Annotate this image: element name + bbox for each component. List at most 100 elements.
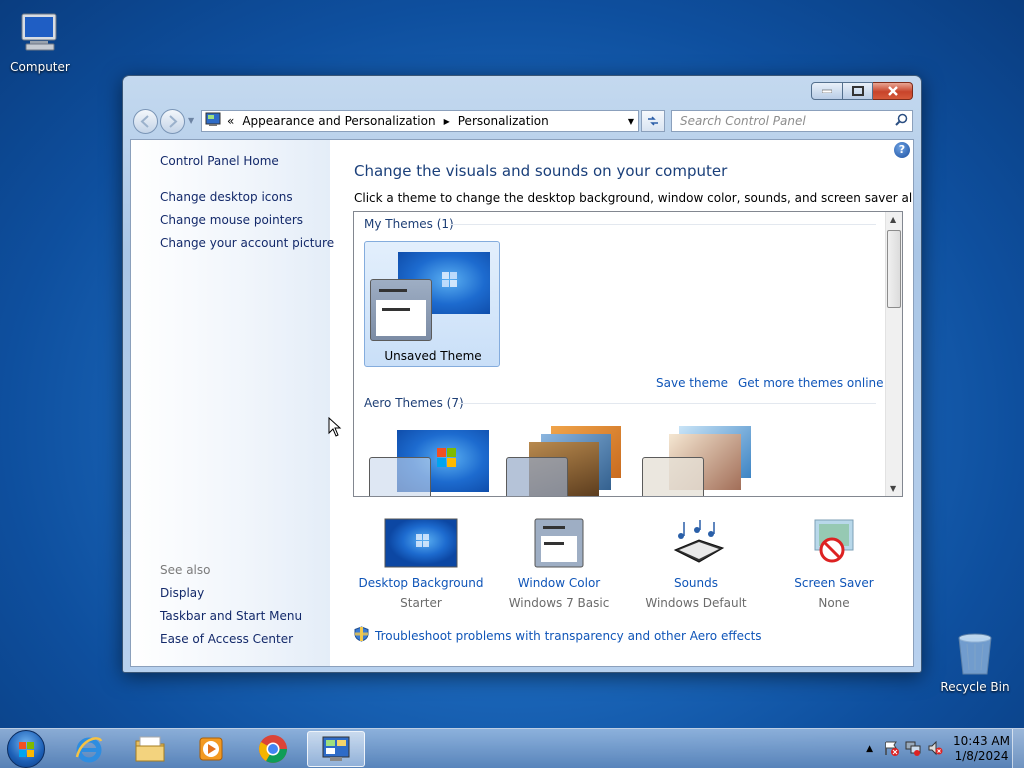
taskbar-internet-explorer[interactable]	[60, 731, 118, 767]
help-icon[interactable]: ?	[894, 142, 910, 158]
taskbar-start-menu-link[interactable]: Taskbar and Start Menu	[160, 609, 302, 623]
taskbar: ▲ 10:43 AM 1/8/2024	[0, 728, 1024, 768]
window-controls	[811, 82, 913, 100]
start-button[interactable]	[7, 730, 45, 768]
troubleshoot-row: Troubleshoot problems with transparency …	[354, 626, 762, 645]
theme-list-scrollbar[interactable]: ▲ ▼	[885, 212, 902, 496]
address-bar[interactable]: « Appearance and Personalization ▶ Perso…	[201, 110, 639, 132]
theme-list[interactable]: My Themes (1) Unsaved Theme Save theme G…	[353, 211, 903, 497]
media-player-icon	[199, 737, 223, 761]
close-button[interactable]	[873, 82, 913, 100]
theme-label: Unsaved Theme	[384, 349, 482, 363]
screen-saver-value: None	[818, 596, 850, 610]
windows-logo-icon	[19, 742, 34, 757]
taskbar-chrome[interactable]	[244, 731, 302, 767]
desktop-background-value: Starter	[400, 596, 442, 610]
scroll-up-icon[interactable]: ▲	[890, 215, 896, 224]
save-theme-link[interactable]: Save theme	[656, 376, 728, 390]
search-placeholder: Search Control Panel	[680, 114, 806, 128]
main-pane: ? Change the visuals and sounds on your …	[330, 140, 913, 666]
mouse-cursor-icon	[328, 416, 342, 440]
control-panel-home-link[interactable]: Control Panel Home	[160, 154, 279, 168]
change-mouse-pointers-link[interactable]: Change mouse pointers	[160, 213, 303, 227]
window-color-link[interactable]: Window Color	[490, 576, 628, 590]
window-color-value: Windows 7 Basic	[508, 596, 610, 610]
refresh-icon	[648, 116, 658, 126]
sounds-icon	[659, 518, 733, 568]
desktop-background-icon	[384, 518, 458, 568]
get-more-themes-link[interactable]: Get more themes online	[738, 376, 884, 390]
change-account-picture-link[interactable]: Change your account picture	[160, 236, 334, 250]
network-icon[interactable]	[905, 740, 921, 759]
volume-muted-icon[interactable]	[927, 740, 943, 759]
action-center-flag-icon[interactable]	[883, 740, 900, 759]
theme-characters[interactable]	[635, 420, 771, 496]
internet-explorer-icon	[75, 737, 103, 763]
desktop-icon-computer[interactable]: Computer	[0, 10, 80, 74]
window-color-icon	[522, 518, 596, 568]
system-tray: ▲ 10:43 AM 1/8/2024	[866, 729, 1010, 768]
desktop-icon-label: Recycle Bin	[940, 680, 1010, 694]
show-desktop-button[interactable]	[1012, 729, 1024, 768]
scroll-down-icon[interactable]: ▼	[890, 484, 896, 493]
group-divider	[458, 403, 876, 404]
group-divider	[450, 224, 876, 225]
search-input[interactable]: Search Control Panel	[671, 110, 913, 132]
theme-window-preview	[370, 279, 432, 341]
troubleshoot-link[interactable]: Troubleshoot problems with transparency …	[375, 629, 762, 643]
address-dropdown-icon[interactable]: ▼	[628, 117, 634, 126]
desktop-icon-label: Computer	[10, 60, 70, 74]
control-panel-icon	[322, 736, 350, 761]
control-panel-icon	[205, 112, 221, 131]
clock[interactable]: 10:43 AM 1/8/2024	[953, 734, 1010, 764]
left-navigation-pane: Control Panel Home Change desktop icons …	[131, 140, 334, 666]
forward-button[interactable]	[160, 109, 185, 134]
change-desktop-icons-link[interactable]: Change desktop icons	[160, 190, 293, 204]
sounds-link[interactable]: Sounds	[627, 576, 765, 590]
show-hidden-icons-icon[interactable]: ▲	[866, 744, 873, 754]
screen-saver-link[interactable]: Screen Saver	[765, 576, 903, 590]
theme-unsaved[interactable]: Unsaved Theme	[364, 241, 500, 367]
refresh-button[interactable]	[641, 110, 665, 132]
my-themes-heading: My Themes (1)	[364, 217, 454, 231]
window-color-setting[interactable]: Window Color Windows 7 Basic	[490, 518, 628, 610]
chrome-icon	[259, 735, 287, 763]
navigation-bar: ▼ « Appearance and Personalization ▶ Per…	[131, 108, 913, 134]
breadcrumb-personalization[interactable]: Personalization	[458, 114, 549, 128]
display-link[interactable]: Display	[160, 586, 204, 600]
theme-architecture[interactable]	[499, 420, 635, 496]
search-icon[interactable]	[895, 113, 908, 129]
desktop-icon-recycle-bin[interactable]: Recycle Bin	[935, 630, 1015, 694]
personalization-window: ▼ « Appearance and Personalization ▶ Per…	[122, 75, 922, 673]
shield-icon	[354, 626, 369, 645]
taskbar-media-player[interactable]	[182, 731, 240, 767]
desktop-background-link[interactable]: Desktop Background	[352, 576, 490, 590]
breadcrumb-appearance[interactable]: Appearance and Personalization	[242, 114, 435, 128]
scroll-thumb[interactable]	[887, 230, 901, 308]
breadcrumb-overflow[interactable]: «	[227, 114, 234, 128]
recent-pages-chevron-icon[interactable]: ▼	[188, 116, 194, 125]
content-area: Control Panel Home Change desktop icons …	[130, 139, 914, 667]
desktop-background-setting[interactable]: Desktop Background Starter	[352, 518, 490, 610]
taskbar-control-panel[interactable]	[307, 731, 365, 767]
screen-saver-setting[interactable]: Screen Saver None	[765, 518, 903, 610]
ease-of-access-link[interactable]: Ease of Access Center	[160, 632, 293, 646]
minimize-button[interactable]	[811, 82, 843, 100]
sounds-setting[interactable]: Sounds Windows Default	[627, 518, 765, 610]
folder-icon	[135, 736, 165, 762]
forward-arrow-icon	[169, 115, 178, 128]
taskbar-file-explorer[interactable]	[121, 731, 179, 767]
back-button[interactable]	[133, 109, 158, 134]
theme-window-preview	[642, 457, 704, 496]
theme-window-preview	[506, 457, 568, 496]
computer-icon	[16, 10, 64, 58]
screen-saver-icon	[797, 518, 871, 568]
back-arrow-icon	[140, 115, 149, 128]
theme-windows-7[interactable]	[364, 420, 500, 496]
maximize-button[interactable]	[843, 82, 873, 100]
aero-themes-heading: Aero Themes (7)	[364, 396, 464, 410]
page-title: Change the visuals and sounds on your co…	[354, 162, 728, 180]
see-also-heading: See also	[160, 563, 211, 577]
breadcrumb-separator-icon[interactable]: ▶	[444, 117, 450, 126]
page-subtitle: Click a theme to change the desktop back…	[354, 191, 914, 205]
